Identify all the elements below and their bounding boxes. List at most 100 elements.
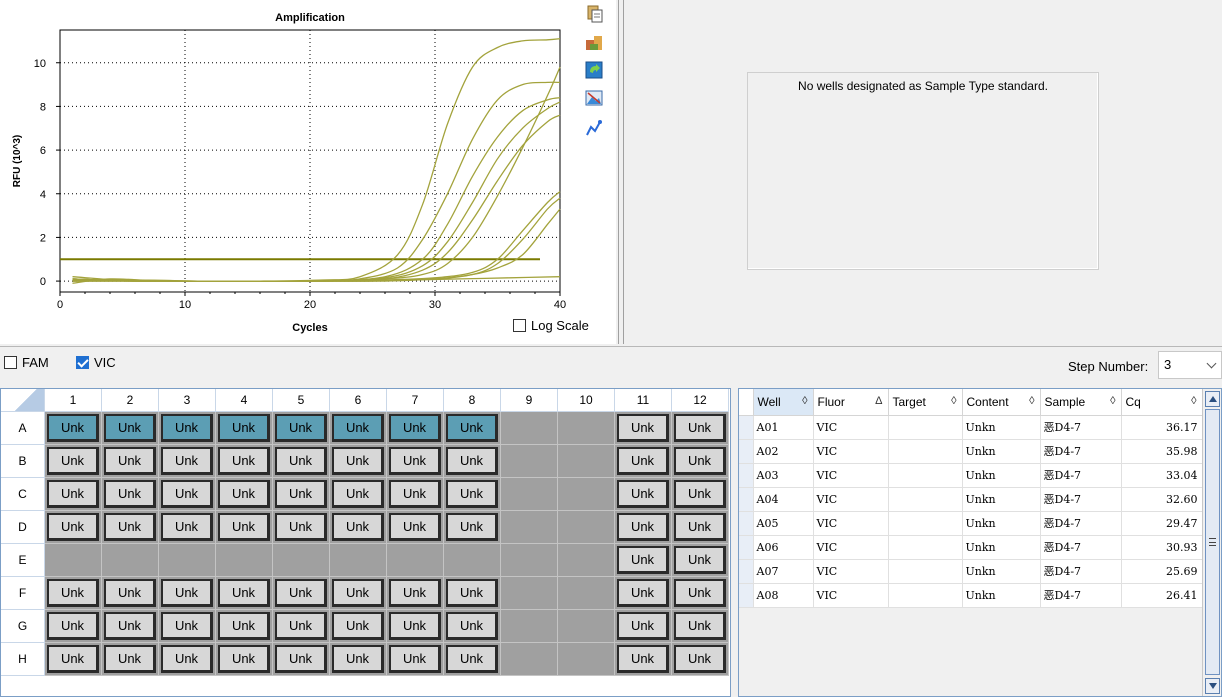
well-c9[interactable] <box>501 478 558 511</box>
well-f11[interactable]: Unk <box>615 577 672 610</box>
table-row[interactable]: A01 VIC Unkn 恶D4-7 36.17 <box>739 415 1203 440</box>
column-header-1[interactable]: 1 <box>45 389 102 412</box>
well-c6[interactable]: Unk <box>330 478 387 511</box>
row-header-g[interactable]: G <box>1 610 45 643</box>
select-all-corner[interactable] <box>1 389 45 412</box>
well-a6[interactable]: Unk <box>330 412 387 445</box>
row-selector[interactable] <box>739 463 754 488</box>
well-g4[interactable]: Unk <box>216 610 273 643</box>
well-a2[interactable]: Unk <box>102 412 159 445</box>
step-number-select[interactable]: 3 <box>1158 351 1222 379</box>
row-selector[interactable] <box>739 583 754 608</box>
column-header-6[interactable]: 6 <box>330 389 387 412</box>
well-b9[interactable] <box>501 445 558 478</box>
well-e5[interactable] <box>273 544 330 577</box>
row-selector[interactable] <box>739 511 754 536</box>
well-g8[interactable]: Unk <box>444 610 501 643</box>
well-b3[interactable]: Unk <box>159 445 216 478</box>
well-a4[interactable]: Unk <box>216 412 273 445</box>
column-header-9[interactable]: 9 <box>501 389 558 412</box>
scroll-up-arrow-icon[interactable] <box>1205 391 1220 407</box>
column-header-4[interactable]: 4 <box>216 389 273 412</box>
row-selector[interactable] <box>739 535 754 560</box>
column-header-8[interactable]: 8 <box>444 389 501 412</box>
well-c7[interactable]: Unk <box>387 478 444 511</box>
well-b1[interactable]: Unk <box>45 445 102 478</box>
table-row[interactable]: A07 VIC Unkn 恶D4-7 25.69 <box>739 559 1203 584</box>
well-e1[interactable] <box>45 544 102 577</box>
well-c3[interactable]: Unk <box>159 478 216 511</box>
well-c1[interactable]: Unk <box>45 478 102 511</box>
row-header-e[interactable]: E <box>1 544 45 577</box>
well-c2[interactable]: Unk <box>102 478 159 511</box>
well-f1[interactable]: Unk <box>45 577 102 610</box>
table-row[interactable]: A02 VIC Unkn 恶D4-7 35.98 <box>739 439 1203 464</box>
row-header-b[interactable]: B <box>1 445 45 478</box>
well-b5[interactable]: Unk <box>273 445 330 478</box>
well-d5[interactable]: Unk <box>273 511 330 544</box>
sort-indicator-icon[interactable]: Δ <box>875 395 882 407</box>
well-f3[interactable]: Unk <box>159 577 216 610</box>
column-header-2[interactable]: 2 <box>102 389 159 412</box>
well-h2[interactable]: Unk <box>102 643 159 676</box>
well-e2[interactable] <box>102 544 159 577</box>
row-selector[interactable] <box>739 559 754 584</box>
well-a1[interactable]: Unk <box>45 412 102 445</box>
well-f2[interactable]: Unk <box>102 577 159 610</box>
column-header-5[interactable]: 5 <box>273 389 330 412</box>
well-g10[interactable] <box>558 610 615 643</box>
well-b2[interactable]: Unk <box>102 445 159 478</box>
well-a8[interactable]: Unk <box>444 412 501 445</box>
well-h4[interactable]: Unk <box>216 643 273 676</box>
table-row[interactable]: A08 VIC Unkn 恶D4-7 26.41 <box>739 583 1203 608</box>
column-header-sample[interactable]: Sample ◊ <box>1040 389 1122 416</box>
well-g6[interactable]: Unk <box>330 610 387 643</box>
column-header-well[interactable]: Well ◊ <box>753 389 814 416</box>
table-row[interactable]: A05 VIC Unkn 恶D4-7 29.47 <box>739 511 1203 536</box>
log-scale-toggle[interactable]: Log Scale <box>513 318 589 333</box>
well-c4[interactable]: Unk <box>216 478 273 511</box>
well-c8[interactable]: Unk <box>444 478 501 511</box>
column-header-3[interactable]: 3 <box>159 389 216 412</box>
well-c12[interactable]: Unk <box>672 478 729 511</box>
well-b10[interactable] <box>558 445 615 478</box>
row-selector[interactable] <box>739 487 754 512</box>
scroll-down-arrow-icon[interactable] <box>1205 678 1220 694</box>
well-d7[interactable]: Unk <box>387 511 444 544</box>
well-e6[interactable] <box>330 544 387 577</box>
well-e9[interactable] <box>501 544 558 577</box>
vic-checkbox[interactable] <box>76 356 89 369</box>
well-g2[interactable]: Unk <box>102 610 159 643</box>
well-a3[interactable]: Unk <box>159 412 216 445</box>
well-h3[interactable]: Unk <box>159 643 216 676</box>
well-f5[interactable]: Unk <box>273 577 330 610</box>
well-e11[interactable]: Unk <box>615 544 672 577</box>
well-h11[interactable]: Unk <box>615 643 672 676</box>
well-f7[interactable]: Unk <box>387 577 444 610</box>
row-header-d[interactable]: D <box>1 511 45 544</box>
row-header-f[interactable]: F <box>1 577 45 610</box>
well-d6[interactable]: Unk <box>330 511 387 544</box>
well-g9[interactable] <box>501 610 558 643</box>
well-a9[interactable] <box>501 412 558 445</box>
column-header-content[interactable]: Content ◊ <box>962 389 1041 416</box>
well-h1[interactable]: Unk <box>45 643 102 676</box>
sort-indicator-icon[interactable]: ◊ <box>802 395 807 407</box>
well-d10[interactable] <box>558 511 615 544</box>
well-g3[interactable]: Unk <box>159 610 216 643</box>
well-g1[interactable]: Unk <box>45 610 102 643</box>
well-f6[interactable]: Unk <box>330 577 387 610</box>
well-b11[interactable]: Unk <box>615 445 672 478</box>
vic-toggle[interactable]: VIC <box>76 355 116 370</box>
well-f4[interactable]: Unk <box>216 577 273 610</box>
plate-grid[interactable]: 1 2 3 4 5 6 7 8 9 10 11 12 A Unk Unk Unk Unk Unk Unk Unk Unk… <box>0 388 731 697</box>
sort-indicator-icon[interactable]: ◊ <box>951 395 956 407</box>
well-e3[interactable] <box>159 544 216 577</box>
well-a10[interactable] <box>558 412 615 445</box>
well-g11[interactable]: Unk <box>615 610 672 643</box>
well-b8[interactable]: Unk <box>444 445 501 478</box>
row-header-a[interactable]: A <box>1 412 45 445</box>
panel-splitter[interactable] <box>618 0 624 344</box>
well-h9[interactable] <box>501 643 558 676</box>
well-d2[interactable]: Unk <box>102 511 159 544</box>
